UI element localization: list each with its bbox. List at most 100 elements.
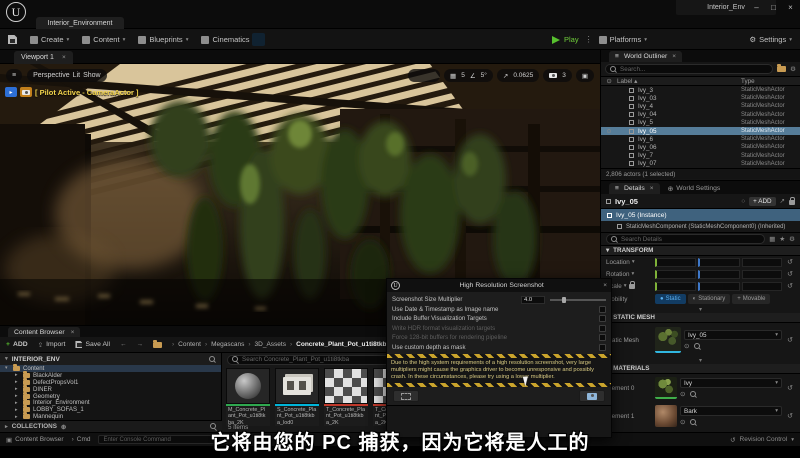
- play-icon[interactable]: [552, 36, 560, 44]
- location-value-field[interactable]: [742, 258, 782, 267]
- outliner-row[interactable]: ⊙ Ivy_3 StaticMeshActor: [601, 86, 800, 94]
- viewport-option[interactable]: Lit: [73, 72, 80, 79]
- expand-arrow-icon[interactable]: ▸: [15, 414, 20, 420]
- back-icon[interactable]: ←: [120, 341, 127, 348]
- outliner-row[interactable]: ⊙ Ivy_04 StaticMeshActor: [601, 111, 800, 119]
- expand-arrow-icon[interactable]: ▸: [15, 379, 20, 385]
- breadcrumb-item[interactable]: › Concrete_Plant_Pot_u1ti8tkba: [290, 341, 390, 348]
- multiplier-value-field[interactable]: 4.0: [521, 296, 545, 304]
- editor-mode-icon[interactable]: [300, 33, 313, 46]
- level-tab[interactable]: Interior_Environment: [36, 17, 124, 29]
- rotation-value-field[interactable]: [742, 270, 782, 279]
- viewport-option[interactable]: Perspective: [33, 72, 70, 79]
- folder-tree-item[interactable]: ▸ BlackAlder: [0, 372, 221, 379]
- close-icon[interactable]: ×: [71, 329, 75, 336]
- eye-icon[interactable]: ⊙: [601, 78, 617, 85]
- folder-tree-item[interactable]: ▸ DINER: [0, 386, 221, 393]
- close-icon[interactable]: ×: [672, 53, 676, 60]
- rotation-value-field[interactable]: [655, 270, 696, 279]
- viewport-option[interactable]: Show: [83, 72, 101, 79]
- location-value-field[interactable]: [655, 258, 696, 267]
- folder-tree-item[interactable]: ▸ DefectPropsVol1: [0, 379, 221, 386]
- scale-label[interactable]: Scale▾: [606, 283, 652, 290]
- sources-header[interactable]: ▾ INTERIOR_ENV: [0, 353, 221, 365]
- details-tab[interactable]: ≡ Details ×: [609, 183, 660, 194]
- settings-button[interactable]: ⚙ Settings ▾: [749, 29, 792, 50]
- editor-mode-icon[interactable]: [252, 33, 265, 46]
- rotation-value-field[interactable]: [698, 270, 739, 279]
- grid-snap-value[interactable]: 5: [461, 72, 465, 79]
- reset-icon[interactable]: ↺: [785, 282, 795, 290]
- outliner-settings-icon[interactable]: ⚙: [790, 65, 796, 73]
- outliner-row[interactable]: ⊙ Ivy_05 StaticMeshActor: [601, 127, 800, 135]
- outliner-row[interactable]: ⊙ Ivy_5 StaticMeshActor: [601, 119, 800, 127]
- location-label[interactable]: Location▾: [606, 259, 652, 266]
- save-icon[interactable]: [8, 35, 17, 44]
- static-mesh-thumbnail[interactable]: [655, 327, 681, 353]
- lock-icon[interactable]: [789, 200, 795, 205]
- checkbox[interactable]: [599, 325, 606, 332]
- add-component-button[interactable]: + ADD: [749, 197, 775, 206]
- editor-mode-icon[interactable]: [348, 33, 361, 46]
- browse-to-asset-icon[interactable]: [694, 343, 701, 350]
- maximize-viewport-button[interactable]: ▣: [576, 69, 594, 82]
- outliner-row[interactable]: ⊙ Ivy_4 StaticMeshActor: [601, 102, 800, 110]
- capture-screenshot-button[interactable]: [579, 390, 605, 402]
- toolbar-button[interactable]: Blueprints ▾: [138, 35, 188, 44]
- component-row[interactable]: StaticMeshComponent (StaticMeshComponent…: [601, 221, 800, 232]
- outliner-row[interactable]: ⊙ Ivy_6 StaticMeshActor: [601, 135, 800, 143]
- world-settings-tab[interactable]: ⊕ World Settings: [662, 183, 727, 194]
- toolbar-button[interactable]: Content ▾: [82, 35, 125, 44]
- import-button[interactable]: ⇪ Import: [38, 341, 66, 349]
- close-icon[interactable]: ×: [62, 54, 66, 61]
- mobility-option[interactable]: + Movable: [732, 294, 770, 304]
- viewport-tab[interactable]: Viewport 1 ×: [14, 51, 73, 64]
- material-dropdown[interactable]: Bark ▾: [680, 406, 782, 416]
- static-mesh-section-header[interactable]: ▾ STATIC MESH: [601, 313, 800, 323]
- rotation-label[interactable]: Rotation▾: [606, 271, 652, 278]
- browse-to-asset-icon[interactable]: [690, 391, 697, 398]
- checkbox[interactable]: [599, 306, 606, 313]
- expand-arrow-icon[interactable]: ▸: [15, 372, 20, 378]
- toolbar-button[interactable]: Create ▾: [30, 35, 69, 44]
- slider-handle[interactable]: [562, 297, 566, 304]
- reset-icon[interactable]: ↺: [785, 384, 795, 392]
- outliner-search-input[interactable]: Search...: [605, 64, 773, 74]
- material-dropdown[interactable]: Ivy ▾: [680, 378, 782, 388]
- reset-icon[interactable]: ↺: [785, 270, 795, 278]
- restore-button[interactable]: □: [766, 3, 781, 12]
- close-icon[interactable]: ×: [650, 185, 654, 192]
- label-column-header[interactable]: Label ▴: [617, 78, 741, 85]
- expand-arrow-icon[interactable]: ▸: [15, 407, 20, 413]
- search-icon[interactable]: [209, 356, 216, 363]
- actor-instance-row[interactable]: Ivy_05 (Instance): [601, 209, 800, 221]
- editor-mode-icon[interactable]: [276, 33, 289, 46]
- platforms-button[interactable]: Platforms ▾: [599, 35, 647, 44]
- forward-icon[interactable]: →: [137, 341, 144, 348]
- folder-tree-item[interactable]: ▾ Content: [0, 365, 221, 372]
- play-options-icon[interactable]: ⋮: [585, 35, 593, 44]
- reset-icon[interactable]: ↺: [785, 412, 795, 420]
- angle-snap-icon[interactable]: ∠: [470, 72, 476, 80]
- material-thumbnail[interactable]: [655, 405, 677, 427]
- outliner-row[interactable]: ⊙ Ivy_06 StaticMeshActor: [601, 143, 800, 151]
- editor-mode-icon[interactable]: [396, 33, 409, 46]
- world-outliner-tab[interactable]: ≡ World Outliner ×: [609, 51, 682, 62]
- details-search-input[interactable]: Search Details: [606, 234, 765, 244]
- expand-arrow-icon[interactable]: ▸: [15, 386, 20, 392]
- reset-icon[interactable]: ↺: [785, 258, 795, 266]
- expand-advanced-icon[interactable]: ▾: [601, 357, 800, 364]
- expand-arrow-icon[interactable]: ▾: [5, 365, 10, 371]
- close-button[interactable]: ×: [783, 3, 798, 12]
- folder-tree-item[interactable]: ▸ Geometry: [0, 393, 221, 400]
- checkbox[interactable]: [599, 315, 606, 322]
- expand-advanced-icon[interactable]: ▾: [601, 306, 800, 313]
- outliner-row[interactable]: ⊙ Ivy_7 StaticMeshActor: [601, 152, 800, 160]
- type-column-header[interactable]: Type: [741, 78, 755, 85]
- camera-shortcut-control[interactable]: 3: [543, 69, 572, 82]
- multiplier-slider[interactable]: [550, 296, 606, 304]
- use-selected-icon[interactable]: ⊙: [680, 390, 685, 398]
- add-button[interactable]: + ADD: [6, 341, 28, 348]
- use-selected-icon[interactable]: ⊙: [684, 342, 689, 350]
- editor-mode-icon[interactable]: [372, 33, 385, 46]
